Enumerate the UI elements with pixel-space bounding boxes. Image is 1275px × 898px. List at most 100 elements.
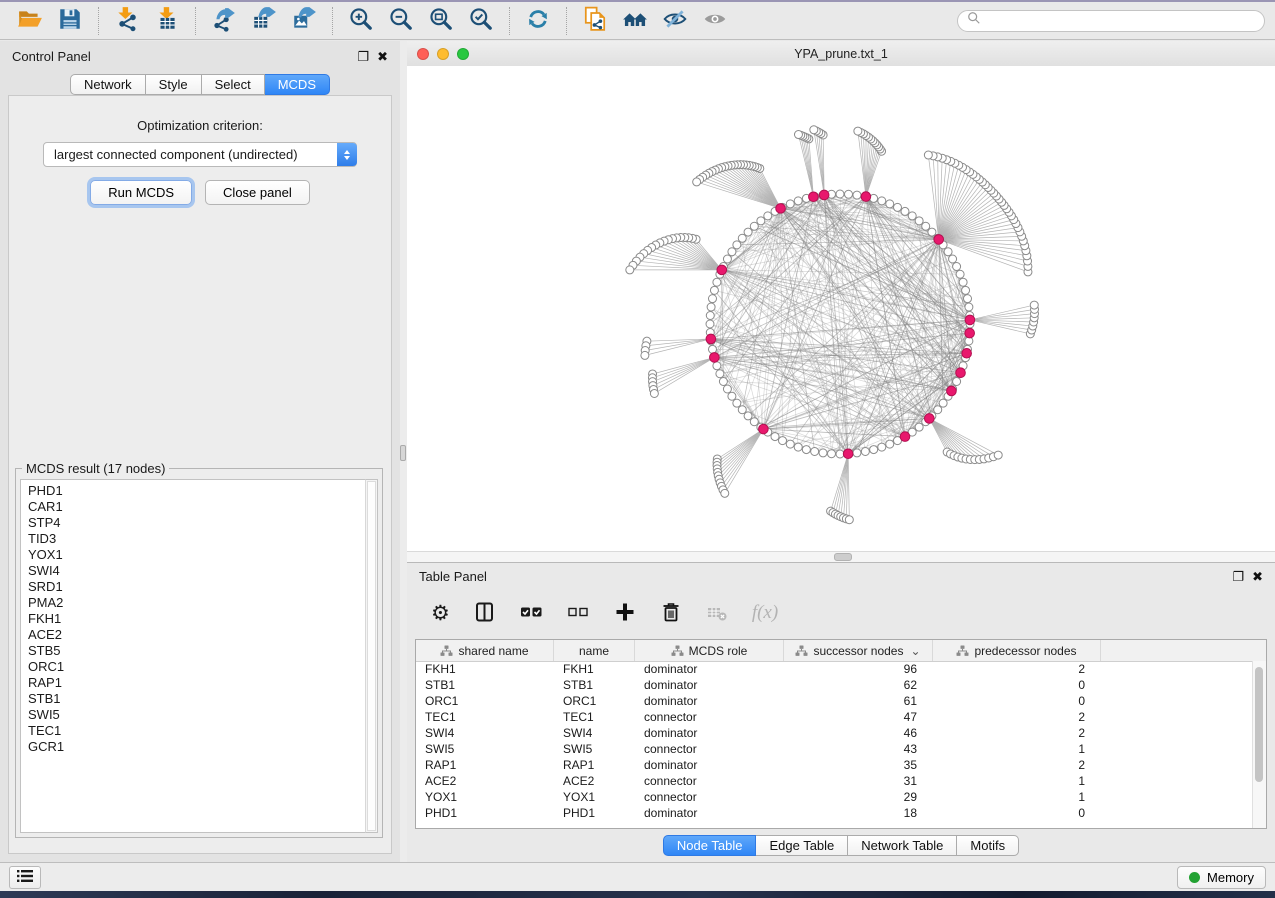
vscrollbar-thumb[interactable] <box>1255 667 1263 782</box>
result-node-item[interactable]: PHD1 <box>28 483 377 499</box>
cell-name[interactable]: SWI4 <box>554 725 635 741</box>
memory-button[interactable]: Memory <box>1177 866 1266 889</box>
cell-predecessor_nodes[interactable]: 1 <box>933 773 1101 789</box>
graph-node[interactable] <box>922 222 930 230</box>
graph-node[interactable] <box>901 207 909 215</box>
close-panel-icon[interactable]: ✖ <box>377 50 388 63</box>
cell-shared_name[interactable]: STB1 <box>416 677 554 693</box>
unselect-all-columns-button[interactable] <box>567 602 590 625</box>
graph-node[interactable] <box>708 345 716 353</box>
graph-node[interactable] <box>956 270 964 278</box>
graph-mcds-node[interactable] <box>900 432 910 442</box>
search-field[interactable] <box>957 10 1265 32</box>
graph-node[interactable] <box>706 311 714 319</box>
graph-node[interactable] <box>733 241 741 249</box>
table-vscrollbar[interactable] <box>1252 661 1266 828</box>
graph-node[interactable] <box>845 516 853 524</box>
result-node-item[interactable]: SWI4 <box>28 563 377 579</box>
show-log-button[interactable] <box>9 866 41 889</box>
table-row[interactable]: TEC1TEC1connector472 <box>416 709 1253 725</box>
graph-node[interactable] <box>794 443 802 451</box>
cell-name[interactable]: ACE2 <box>554 773 635 789</box>
zoom-fit-button[interactable] <box>423 6 459 36</box>
cell-successor_nodes[interactable]: 31 <box>784 773 933 789</box>
cell-successor_nodes[interactable]: 61 <box>784 693 933 709</box>
graph-node[interactable] <box>693 178 701 186</box>
window-minimize-icon[interactable] <box>437 48 449 60</box>
result-node-item[interactable]: PMA2 <box>28 595 377 611</box>
cell-name[interactable]: TEC1 <box>554 709 635 725</box>
graph-node[interactable] <box>854 127 862 135</box>
zoom-selected-button[interactable] <box>463 6 499 36</box>
graph-mcds-node[interactable] <box>776 204 786 214</box>
cell-mcds_role[interactable]: dominator <box>635 757 784 773</box>
graph-mcds-node[interactable] <box>925 414 935 424</box>
cell-predecessor_nodes[interactable]: 2 <box>933 757 1101 773</box>
cell-successor_nodes[interactable]: 46 <box>784 725 933 741</box>
graph-node[interactable] <box>733 399 741 407</box>
graph-node[interactable] <box>908 212 916 220</box>
graph-node[interactable] <box>750 222 758 230</box>
graph-node[interactable] <box>886 200 894 208</box>
cell-mcds_role[interactable]: dominator <box>635 661 784 677</box>
graph-node[interactable] <box>626 266 634 274</box>
cell-successor_nodes[interactable]: 47 <box>784 709 933 725</box>
cell-predecessor_nodes[interactable]: 0 <box>933 677 1101 693</box>
tab-select[interactable]: Select <box>202 74 265 95</box>
column-header-shared-name[interactable]: shared name <box>416 640 554 661</box>
close-panel-icon[interactable]: ✖ <box>1252 570 1263 583</box>
cell-predecessor_nodes[interactable]: 2 <box>933 661 1101 677</box>
graph-node[interactable] <box>721 489 729 497</box>
result-node-item[interactable]: STB1 <box>28 691 377 707</box>
result-node-item[interactable]: GCR1 <box>28 739 377 755</box>
graph-mcds-node[interactable] <box>962 348 972 358</box>
graph-node[interactable] <box>716 370 724 378</box>
graph-mcds-node[interactable] <box>710 353 720 363</box>
graph-node[interactable] <box>915 423 923 431</box>
graph-node[interactable] <box>794 197 802 205</box>
cell-successor_nodes[interactable]: 96 <box>784 661 933 677</box>
float-panel-icon[interactable]: ❐ <box>357 50 369 63</box>
graph-node[interactable] <box>810 126 818 134</box>
result-node-item[interactable]: FKH1 <box>28 611 377 627</box>
graph-node[interactable] <box>744 228 752 236</box>
cell-name[interactable]: SWI5 <box>554 741 635 757</box>
cell-successor_nodes[interactable]: 35 <box>784 757 933 773</box>
graph-node[interactable] <box>962 286 970 294</box>
graph-node[interactable] <box>853 449 861 457</box>
graph-node[interactable] <box>764 212 772 220</box>
graph-node[interactable] <box>965 303 973 311</box>
column-header-successor-nodes[interactable]: successor nodes⌄ <box>784 640 933 661</box>
graph-node[interactable] <box>708 295 716 303</box>
cell-successor_nodes[interactable]: 62 <box>784 677 933 693</box>
result-node-item[interactable]: ORC1 <box>28 659 377 675</box>
graph-node[interactable] <box>728 248 736 256</box>
result-node-item[interactable]: SRD1 <box>28 579 377 595</box>
graph-node[interactable] <box>915 217 923 225</box>
cell-predecessor_nodes[interactable]: 2 <box>933 725 1101 741</box>
graph-node[interactable] <box>738 406 746 414</box>
graph-node[interactable] <box>713 278 721 286</box>
cell-name[interactable]: ORC1 <box>554 693 635 709</box>
cell-successor_nodes[interactable]: 18 <box>784 805 933 821</box>
table-row[interactable]: ORC1ORC1dominator610 <box>416 693 1253 709</box>
graph-node[interactable] <box>750 418 758 426</box>
graph-mcds-node[interactable] <box>934 235 944 245</box>
graph-node[interactable] <box>723 385 731 393</box>
hscrollbar-thumb[interactable] <box>834 553 852 561</box>
cell-shared_name[interactable]: SWI4 <box>416 725 554 741</box>
cell-mcds_role[interactable]: connector <box>635 741 784 757</box>
import-table-button[interactable] <box>149 6 185 36</box>
graph-mcds-node[interactable] <box>861 192 871 202</box>
result-node-item[interactable]: SWI5 <box>28 707 377 723</box>
graph-mcds-node[interactable] <box>965 328 975 338</box>
cell-predecessor_nodes[interactable]: 1 <box>933 741 1101 757</box>
result-node-item[interactable]: TEC1 <box>28 723 377 739</box>
scrollbar-thumb[interactable] <box>367 481 376 831</box>
cell-predecessor_nodes[interactable]: 1 <box>933 789 1101 805</box>
cell-shared_name[interactable]: PHD1 <box>416 805 554 821</box>
graph-node[interactable] <box>713 362 721 370</box>
divider-handle[interactable] <box>400 445 406 461</box>
show-columns-button[interactable] <box>474 601 496 626</box>
cell-shared_name[interactable]: SWI5 <box>416 741 554 757</box>
